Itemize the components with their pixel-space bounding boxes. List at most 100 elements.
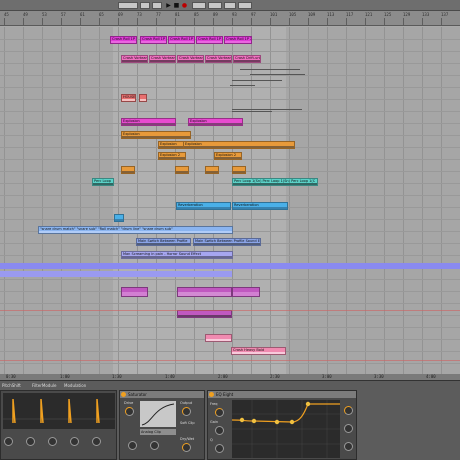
clip[interactable]: Crash Vortean [177, 55, 204, 63]
clip[interactable] [121, 166, 135, 174]
clip[interactable] [205, 166, 219, 174]
clip[interactable]: Reverberation [232, 202, 288, 210]
ruler-tick [23, 18, 24, 25]
ruler-tick [289, 18, 290, 25]
clip[interactable] [177, 287, 232, 297]
arrangement-position[interactable] [118, 2, 138, 9]
clip[interactable]: Reverberation [176, 202, 231, 210]
grid-line [137, 27, 138, 374]
clip[interactable]: Crash Roll 1P 2 [224, 36, 252, 44]
freq-knob[interactable] [215, 408, 224, 417]
ruler-tick [327, 18, 328, 25]
clip[interactable]: Crash Vortean [149, 55, 176, 63]
record-icon[interactable]: ● [181, 2, 188, 9]
depth-knob[interactable] [26, 437, 35, 446]
drywet-label: Dry/Wet [180, 437, 195, 441]
clip[interactable] [232, 166, 246, 174]
drive-knob[interactable] [125, 407, 134, 416]
clip[interactable]: Crash Heavy Bold [231, 347, 286, 355]
output-knob[interactable] [182, 407, 191, 416]
clip[interactable]: Crash Roll 1P 2 [140, 36, 167, 44]
grid-line [42, 27, 43, 374]
ruler-bar-number: 109 [308, 12, 316, 17]
clip[interactable] [175, 166, 189, 174]
clip[interactable]: Man Screaming in pain - Horror Sound Eff… [121, 251, 233, 259]
scale-knob[interactable] [344, 406, 353, 415]
clip[interactable]: Crash Roll 1P 2 [196, 36, 223, 44]
clip[interactable]: Crash Roll 1P 2 [110, 36, 137, 44]
ruler-bar-number: 85 [194, 12, 199, 17]
track-divider [0, 219, 460, 220]
eq-band-point[interactable] [305, 401, 311, 407]
clip[interactable]: Crash Drift-unt [233, 55, 261, 63]
play-icon[interactable]: ▶ [165, 2, 172, 9]
modulation-device[interactable] [0, 390, 117, 460]
clip[interactable] [121, 287, 148, 297]
clip[interactable] [139, 94, 147, 102]
eq-band-point[interactable] [289, 419, 295, 425]
offset-knob[interactable] [48, 437, 57, 446]
eq-band-point[interactable] [274, 419, 280, 425]
arrangement-view[interactable]: Crash Roll 1P 2 Crash Roll 1P 2 Crash Ro… [0, 27, 460, 374]
long-clip[interactable] [0, 263, 460, 269]
time-tick-label: 3:30 [374, 374, 384, 379]
saturation-curve [140, 401, 176, 427]
clip[interactable]: Explosion [188, 118, 243, 126]
position-field-3[interactable] [152, 2, 162, 9]
ruler-tick [42, 18, 43, 25]
grid-line [4, 27, 5, 374]
q-knob[interactable] [215, 444, 224, 453]
time-tick-label: 1:40 [165, 374, 175, 379]
clip[interactable]: Explosion [183, 141, 295, 149]
drywet-knob[interactable] [182, 443, 191, 452]
clip[interactable]: Crash Roll 1P 2 [168, 36, 195, 44]
long-clip[interactable] [0, 271, 232, 277]
color-knob[interactable] [128, 441, 137, 450]
adapt-q-knob[interactable] [344, 442, 353, 451]
clip[interactable]: Explosion 2 [158, 152, 186, 160]
phase-knob[interactable] [70, 437, 79, 446]
output-gain-knob[interactable] [344, 424, 353, 433]
device-chain-label: FilterModule [32, 383, 57, 388]
stop-icon[interactable]: ■ [173, 2, 180, 9]
power-icon[interactable] [121, 392, 126, 397]
clip[interactable]: Main Switch Between Profile Sound Effect [193, 238, 261, 246]
clip[interactable]: "snare drum match" "snare sub" "Roll mat… [38, 226, 233, 234]
clip[interactable] [232, 287, 260, 297]
clip[interactable]: Explosion [121, 131, 191, 139]
grid-line [308, 27, 309, 374]
eq-display[interactable] [232, 400, 340, 458]
beat-time-ruler[interactable]: 45 49 53 57 61 65 69 73 77 81 85 89 93 97 101 105 109 113… [0, 11, 460, 37]
eq-band-point[interactable] [251, 418, 257, 424]
clip[interactable]: HOUSE [121, 94, 136, 102]
ruler-bar-number: 101 [270, 12, 278, 17]
device-chain-empty [359, 390, 459, 460]
rate-knob[interactable] [4, 437, 13, 446]
clip[interactable]: Explosion 2 [214, 152, 242, 160]
amount-knob[interactable] [92, 437, 101, 446]
overdub-button[interactable] [192, 2, 206, 9]
loop-start-field[interactable] [208, 2, 222, 9]
clip[interactable]: Perc Loop [92, 178, 114, 186]
clip[interactable] [114, 214, 124, 222]
position-field-2[interactable] [140, 2, 150, 9]
time-tick-label: 1:30 [112, 374, 122, 379]
saturator-device[interactable]: Saturator Analog Clip Drive Output Soft … [119, 390, 205, 460]
loop-length-field[interactable] [224, 2, 236, 9]
grid-line [213, 27, 214, 374]
clip[interactable] [205, 334, 232, 342]
clip[interactable]: Crash Vortean [121, 55, 148, 63]
automation-line [232, 80, 282, 81]
gain-knob[interactable] [215, 426, 224, 435]
clip[interactable]: Crash Vortean [205, 55, 232, 63]
power-icon[interactable] [209, 392, 214, 397]
clip[interactable]: Perc Loop 1(Sn) Perc Loop 1(Sn) Perc Loo… [232, 178, 318, 186]
clip[interactable]: Main Switch Between Profile [136, 238, 191, 246]
eq-eight-device[interactable]: EQ Eight Freq Gain Q [207, 390, 357, 460]
clip[interactable]: Explosion [121, 118, 176, 126]
mode-dropdown[interactable]: Analog Clip [140, 429, 176, 435]
clip[interactable] [177, 310, 232, 318]
punch-field[interactable] [238, 2, 252, 9]
base-knob[interactable] [150, 441, 159, 450]
eq-band-point[interactable] [239, 417, 245, 423]
